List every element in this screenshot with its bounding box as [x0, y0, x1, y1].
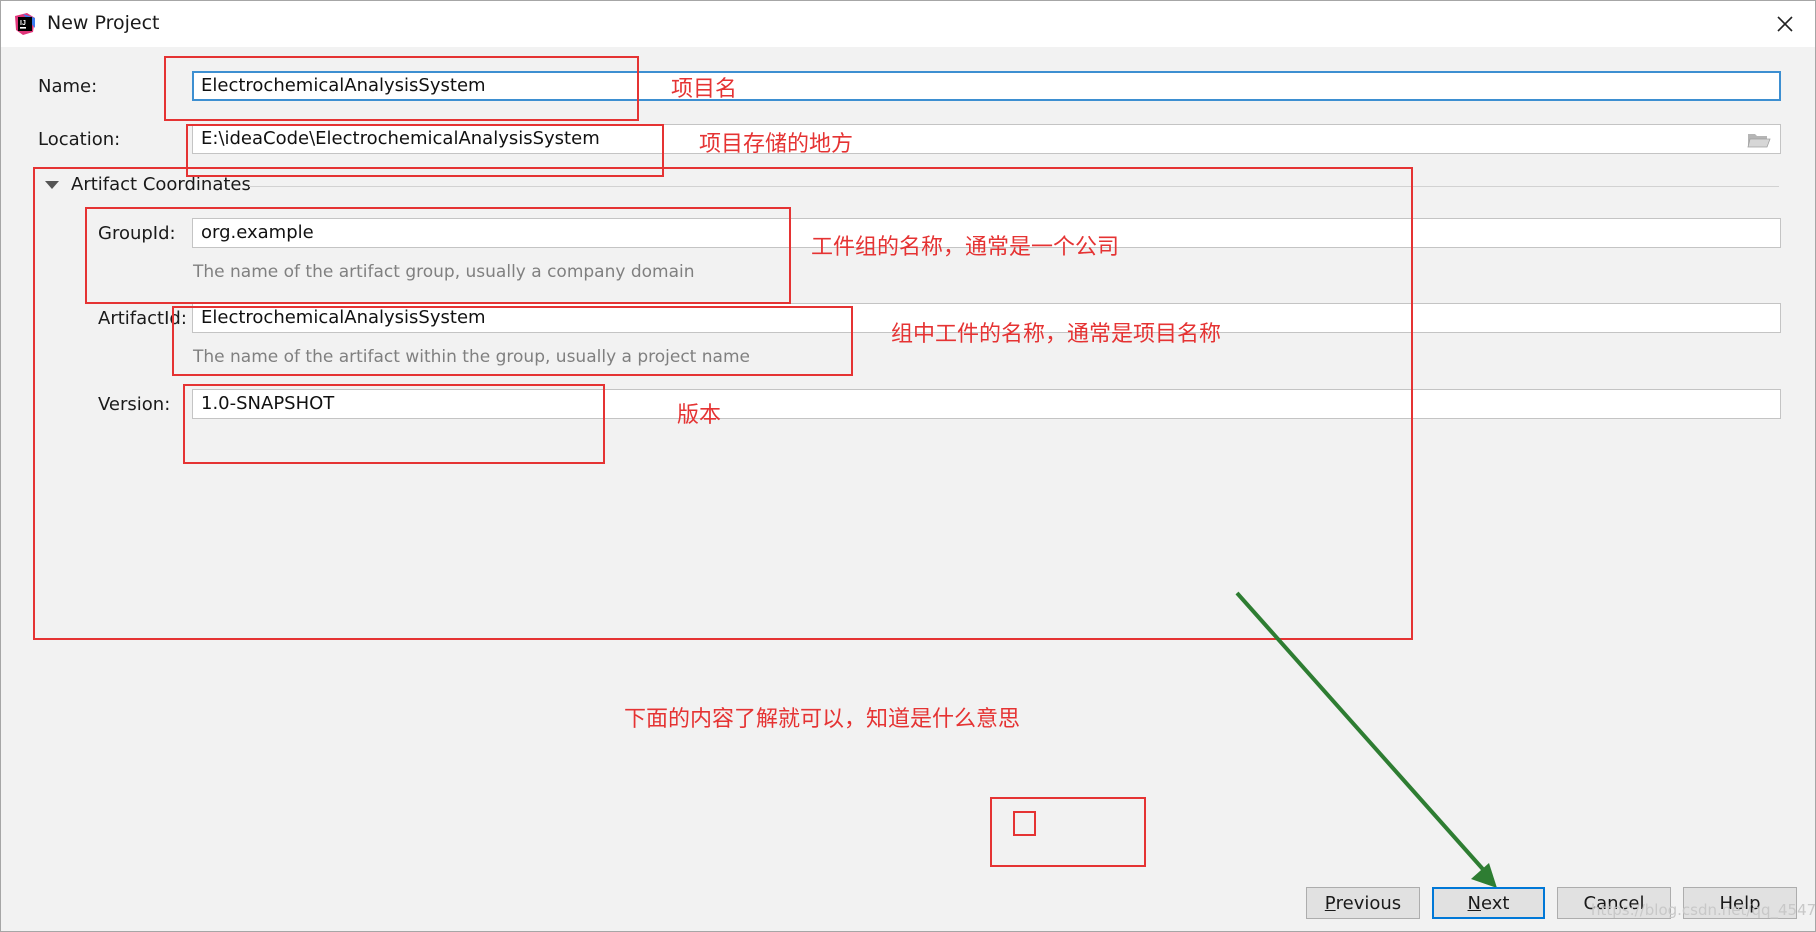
- new-project-dialog: IJ New Project Name: ElectrochemicalAnal…: [0, 0, 1816, 932]
- next-button[interactable]: Next: [1432, 887, 1545, 919]
- previous-button[interactable]: Previous: [1306, 887, 1420, 919]
- annotation-arrow: [1235, 591, 1497, 888]
- watermark: https://blog.csdn.net/qq_45474285: [1591, 901, 1816, 919]
